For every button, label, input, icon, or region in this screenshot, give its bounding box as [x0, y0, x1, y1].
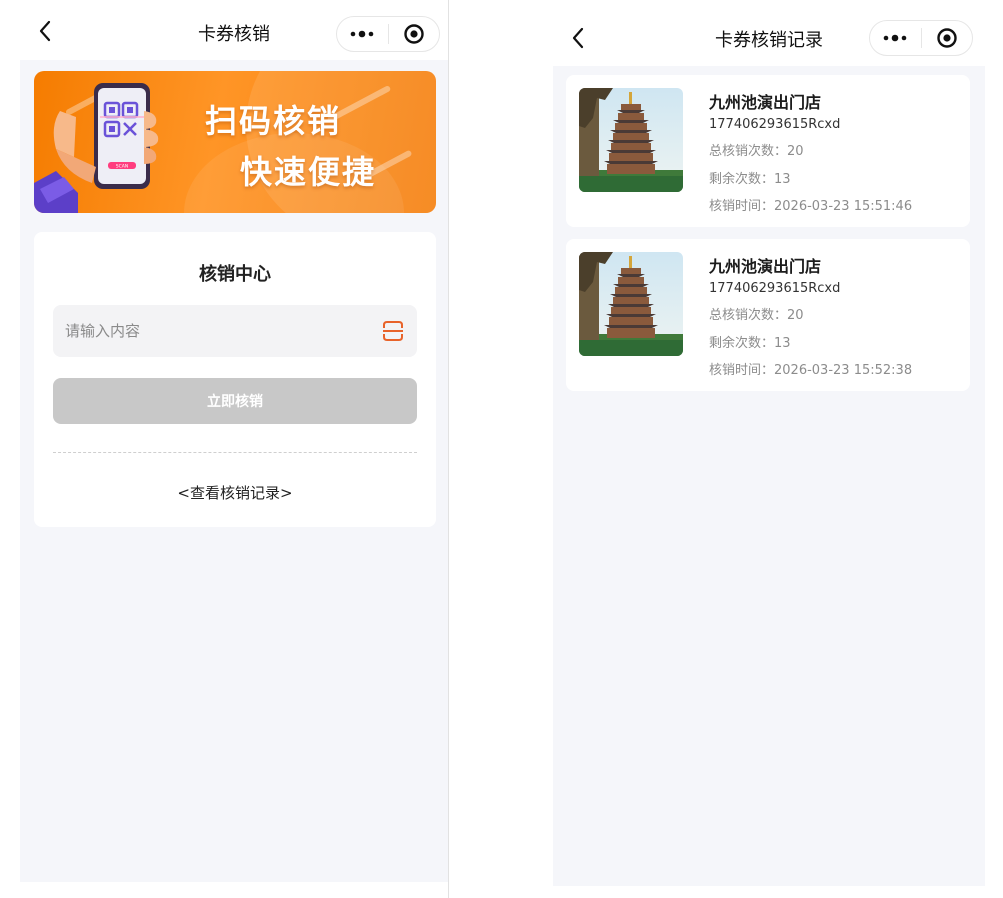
verify-screen: 卡券核销 SCAN 扫码核销 快速便捷 核销中心 请输入内容 立即核销 <查看核… [20, 0, 448, 882]
record-card[interactable]: 九州池演出门店 177406293615Rcxd 总核销次数：20 剩余次数：1… [566, 239, 970, 391]
banner-title-line1: 扫码核销 [205, 102, 342, 140]
back-arrow-icon [39, 20, 51, 42]
close-target-icon [937, 28, 957, 48]
total-count-label: 总核销次数： [709, 308, 788, 323]
remaining-count: 剩余次数：13 [709, 332, 791, 351]
card-code: 177406293615Rcxd [709, 281, 841, 296]
total-count: 总核销次数：20 [709, 140, 804, 159]
remaining-count-value: 13 [774, 336, 791, 351]
remaining-count-value: 13 [774, 172, 791, 187]
remaining-count-label: 剩余次数： [709, 172, 775, 187]
verify-time-label: 核销时间： [709, 199, 775, 214]
total-count: 总核销次数：20 [709, 304, 804, 323]
scan-button[interactable] [381, 319, 405, 343]
verify-center-card: 核销中心 立即核销 <查看核销记录> [34, 232, 436, 527]
store-name: 九州池演出门店 [709, 93, 822, 112]
verify-time: 核销时间：2026-03-23 15:52:38 [709, 359, 912, 378]
nav-bar: 卡券核销 [20, 0, 448, 60]
remaining-count-label: 剩余次数： [709, 336, 775, 351]
records-screen: 卡券核销记录 九州池演出门店 177406293615Rcxd 总核销次数：20… [553, 0, 985, 886]
card-title: 核销中心 [199, 264, 271, 285]
nav-bar: 卡券核销记录 [553, 0, 985, 66]
total-count-value: 20 [787, 144, 804, 159]
verify-time-label: 核销时间： [709, 363, 775, 378]
close-target-icon [404, 24, 424, 44]
more-button[interactable] [337, 17, 388, 51]
total-count-label: 总核销次数： [709, 144, 788, 159]
code-input[interactable] [65, 305, 365, 357]
record-card[interactable]: 九州池演出门店 177406293615Rcxd 总核销次数：20 剩余次数：1… [566, 75, 970, 227]
back-button[interactable] [32, 18, 58, 44]
code-input-wrapper [53, 305, 417, 357]
close-mini-program-button[interactable] [389, 17, 440, 51]
more-dots-icon [883, 34, 907, 42]
card-code: 177406293615Rcxd [709, 117, 841, 132]
verify-now-button[interactable]: 立即核销 [53, 378, 417, 424]
remaining-count: 剩余次数：13 [709, 168, 791, 187]
more-dots-icon [350, 30, 374, 38]
dashed-divider [53, 452, 417, 453]
verify-time-value: 2026-03-23 15:51:46 [774, 199, 913, 214]
mini-program-capsule [869, 20, 973, 56]
back-button[interactable] [565, 25, 591, 51]
store-thumbnail [579, 88, 683, 192]
screen-divider [448, 0, 449, 898]
verify-time: 核销时间：2026-03-23 15:51:46 [709, 195, 912, 214]
scan-tag-label: SCAN [116, 164, 128, 170]
store-name: 九州池演出门店 [709, 257, 822, 276]
total-count-value: 20 [787, 308, 804, 323]
close-mini-program-button[interactable] [922, 21, 973, 55]
banner-title-line2: 快速便捷 [240, 153, 377, 191]
back-arrow-icon [572, 27, 584, 49]
mini-program-capsule [336, 16, 440, 52]
phone-in-hand-illustration: SCAN [34, 83, 159, 213]
verify-time-value: 2026-03-23 15:52:38 [774, 363, 913, 378]
more-button[interactable] [870, 21, 921, 55]
store-thumbnail [579, 252, 683, 356]
scan-icon [383, 321, 403, 341]
view-records-link[interactable]: <查看核销记录> [34, 482, 436, 503]
scan-banner: SCAN 扫码核销 快速便捷 [34, 71, 436, 213]
